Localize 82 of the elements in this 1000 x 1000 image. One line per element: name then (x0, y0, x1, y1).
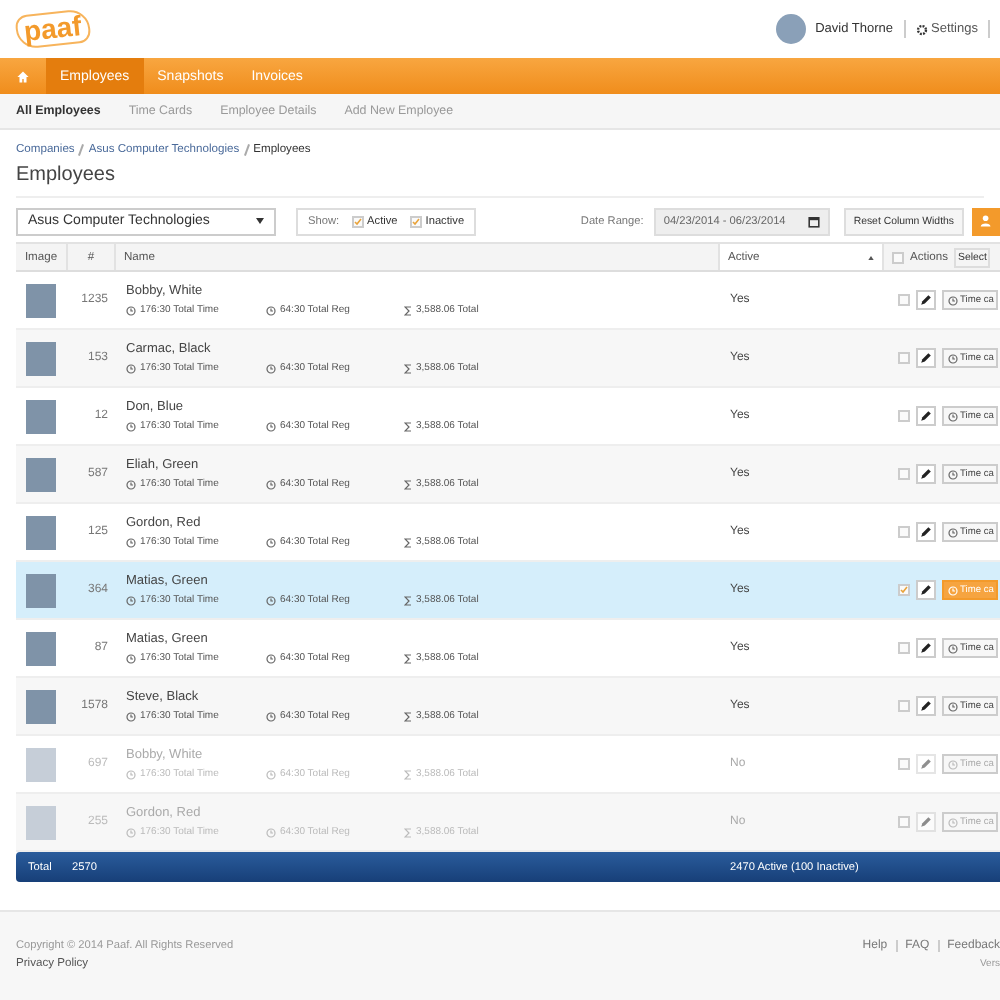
edit-button[interactable] (916, 638, 936, 658)
clock-icon (126, 711, 136, 721)
home-icon (16, 69, 30, 83)
row-checkbox[interactable] (898, 410, 910, 422)
pencil-icon (920, 352, 932, 364)
row-checkbox[interactable] (898, 700, 910, 712)
sum-icon (404, 421, 412, 431)
edit-button[interactable] (916, 522, 936, 542)
clock-icon (948, 469, 958, 479)
row-checkbox[interactable] (898, 352, 910, 364)
clock-icon (266, 537, 276, 547)
row-checkbox[interactable] (898, 816, 910, 828)
sum-icon (404, 653, 412, 663)
edit-button[interactable] (916, 580, 936, 600)
pencil-icon (920, 294, 932, 306)
row-checkbox[interactable] (898, 468, 910, 480)
pencil-icon (920, 526, 932, 538)
clock-icon (266, 595, 276, 605)
user-avatar (775, 14, 806, 44)
pencil-icon (920, 410, 932, 422)
caret-icon (256, 218, 264, 224)
sum-icon (404, 595, 412, 605)
clock-icon (266, 363, 276, 373)
pencil-icon (920, 584, 932, 596)
clock-icon (266, 421, 276, 431)
sum-icon (404, 305, 412, 315)
clock-icon (266, 653, 276, 663)
clock-icon (948, 411, 958, 421)
clock-icon (948, 295, 958, 305)
clock-icon (948, 585, 958, 595)
clock-icon (948, 643, 958, 653)
check-icon (900, 586, 908, 594)
clock-icon (266, 827, 276, 837)
checkbox[interactable] (409, 215, 422, 227)
edit-button[interactable] (916, 290, 936, 310)
clock-icon (948, 817, 958, 827)
clock-icon (948, 759, 958, 769)
row-checkbox[interactable] (898, 642, 910, 654)
sum-icon (404, 769, 412, 779)
clock-icon (126, 421, 136, 431)
row-checkbox[interactable] (898, 584, 910, 596)
sum-icon (404, 537, 412, 547)
clock-icon (126, 479, 136, 489)
sum-icon (404, 711, 412, 721)
row-checkbox[interactable] (898, 758, 910, 770)
pencil-icon (920, 700, 932, 712)
pencil-icon (920, 642, 932, 654)
select-all-checkbox[interactable] (892, 251, 904, 263)
edit-button[interactable] (916, 348, 936, 368)
edit-button[interactable] (916, 406, 936, 426)
clock-icon (266, 711, 276, 721)
clock-icon (948, 701, 958, 711)
checkbox[interactable] (351, 215, 364, 227)
clock-icon (266, 305, 276, 315)
sum-icon (404, 827, 412, 837)
row-checkbox[interactable] (898, 526, 910, 538)
settings-icon (915, 23, 927, 35)
pencil-icon (920, 468, 932, 480)
clock-icon (126, 363, 136, 373)
sum-icon (404, 479, 412, 489)
clock-icon (126, 769, 136, 779)
edit-button[interactable] (916, 696, 936, 716)
pencil-icon (920, 758, 932, 770)
sum-icon (404, 363, 412, 373)
calendar-icon (807, 215, 820, 227)
clock-icon (126, 653, 136, 663)
clock-icon (266, 479, 276, 489)
clock-icon (948, 527, 958, 537)
pencil-icon (920, 816, 932, 828)
add-employee-button[interactable] (972, 207, 1000, 235)
page-title: Employees (16, 164, 984, 198)
row-checkbox[interactable] (898, 294, 910, 306)
check-icon (353, 217, 362, 225)
clock-icon (126, 305, 136, 315)
clock-icon (948, 353, 958, 363)
user-add-icon (979, 214, 993, 228)
edit-button[interactable] (916, 464, 936, 484)
check-icon (411, 217, 420, 225)
clock-icon (126, 827, 136, 837)
clock-icon (126, 595, 136, 605)
clock-icon (126, 537, 136, 547)
clock-icon (266, 769, 276, 779)
